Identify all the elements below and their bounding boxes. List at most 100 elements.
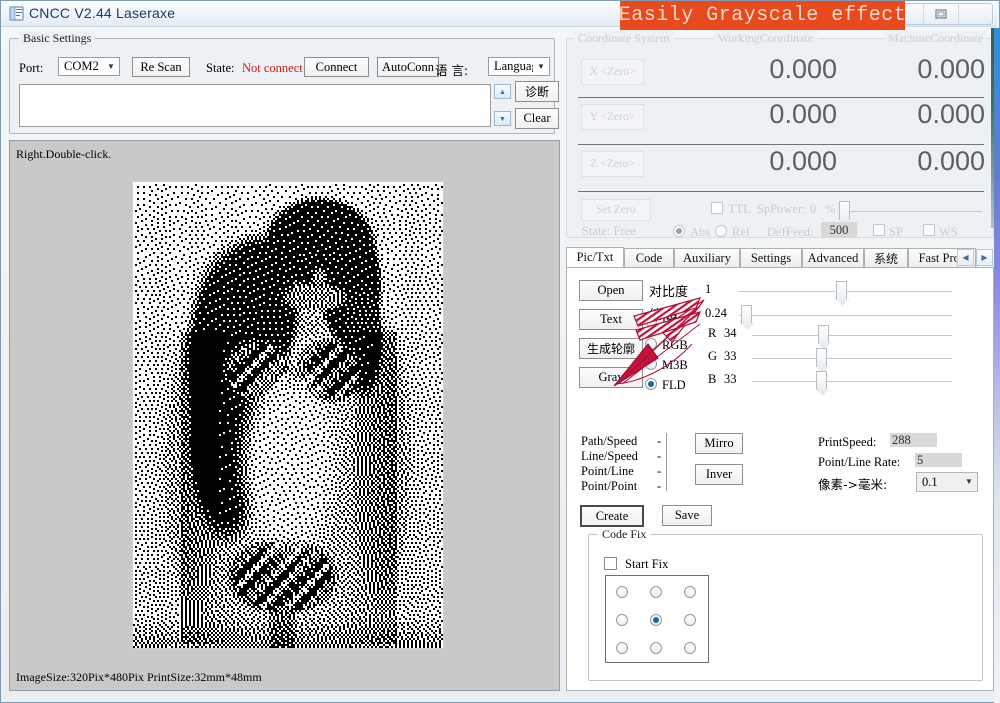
window-title: CNCC V2.44 Laseraxe [29, 5, 175, 21]
code-fix-position-grid[interactable] [605, 575, 709, 663]
g-channel-value: 33 [724, 349, 737, 364]
save-button[interactable]: Save [662, 505, 712, 526]
open-button[interactable]: Open [579, 280, 643, 301]
restore-icon [935, 10, 946, 19]
g-slider-thumb[interactable] [816, 348, 827, 367]
r-slider-track[interactable] [752, 335, 952, 336]
chevron-down-icon: ▼ [961, 478, 977, 486]
create-button[interactable]: Create [580, 505, 644, 527]
modes-divider [666, 433, 667, 491]
gray-button[interactable]: Gray [579, 367, 643, 388]
sppower-slider-track[interactable] [847, 211, 982, 212]
printspeed-label: PrintSpeed: [818, 435, 876, 450]
text-button[interactable]: Text [579, 309, 643, 330]
coordinate-system-group: Coordinate System WorkingCoordinate Mach… [566, 38, 994, 238]
fix-pos-1-radio[interactable] [650, 586, 662, 598]
fix-pos-7-radio[interactable] [650, 642, 662, 654]
tab-code[interactable]: Code [624, 248, 674, 268]
language-select[interactable]: Language ▼ [488, 57, 550, 76]
port-value: COM2 [59, 59, 103, 74]
path-speed-value: - [657, 434, 661, 449]
port-select[interactable]: COM2 ▼ [58, 57, 120, 76]
r-slider-thumb[interactable] [818, 325, 829, 344]
machine-coordinate-header: MachineCoordinate [884, 31, 987, 46]
z-machine-value: 0.000 [837, 146, 985, 177]
point-line-rate-input[interactable]: 5 [915, 453, 962, 467]
tab-auxiliary[interactable]: Auxiliary [674, 248, 740, 268]
sppower-unit: % [825, 202, 835, 217]
g-slider-track[interactable] [752, 358, 952, 359]
mode-dit-radio[interactable] [645, 315, 657, 327]
abs-radio[interactable] [673, 225, 685, 237]
point-line-rate-label: Point/Line Rate: [818, 455, 900, 470]
fix-pos-3-radio[interactable] [616, 614, 628, 626]
mode-dit-label: DIT [662, 315, 683, 330]
printspeed-input[interactable]: 288 [890, 433, 937, 447]
point-line-label: Point/Line [581, 464, 634, 479]
sppower-slider-thumb[interactable] [839, 201, 850, 220]
pixel-to-mm-select[interactable]: 0.1 ▼ [916, 472, 978, 492]
mirro-button[interactable]: Mirro [695, 433, 743, 454]
generate-outline-button[interactable]: 生成轮廓 [579, 338, 643, 359]
diagnose-button[interactable]: 诊断 [515, 81, 559, 102]
restore-button[interactable] [924, 4, 958, 24]
coordinate-divider [578, 97, 984, 98]
start-fix-checkbox[interactable] [604, 557, 617, 570]
machine-state-label: State: Free [582, 224, 636, 239]
log-scroll-down-button[interactable]: ▼ [494, 111, 511, 126]
tab-system[interactable]: 系统 [864, 248, 908, 268]
tab-advanced[interactable]: Advanced [802, 248, 864, 268]
x-zero-button[interactable]: X <Zero> [581, 59, 644, 85]
rescan-button[interactable]: Re Scan [132, 57, 190, 77]
deffeed-input[interactable]: 500 [821, 222, 857, 238]
fix-pos-8-radio[interactable] [684, 642, 696, 654]
b-slider-thumb[interactable] [816, 371, 827, 390]
mode-fld-radio[interactable] [645, 378, 657, 390]
fix-pos-6-radio[interactable] [616, 642, 628, 654]
clear-button[interactable]: Clear [515, 108, 559, 129]
mode-rgb-radio[interactable] [645, 338, 657, 350]
contrast-value: 1 [705, 282, 711, 297]
y-zero-button[interactable]: Y <Zero> [581, 104, 644, 130]
b-slider-track[interactable] [752, 381, 952, 382]
scale-slider-track[interactable] [739, 315, 952, 316]
set-zero-button[interactable]: Set Zero [581, 199, 651, 221]
log-textarea[interactable] [19, 84, 491, 127]
tab-scroll-left-button[interactable]: ◀ [957, 249, 974, 266]
ttl-checkbox[interactable] [711, 202, 723, 214]
basic-settings-group: Basic Settings Port: COM2 ▼ Re Scan Stat… [9, 38, 555, 134]
close-button[interactable] [959, 4, 992, 24]
log-scroll-up-button[interactable]: ▲ [494, 84, 511, 99]
canvas-hint-label: Right.Double-click. [16, 147, 111, 162]
pixel-to-mm-value: 0.1 [917, 475, 961, 490]
x-machine-value: 0.000 [837, 54, 985, 85]
annotation-banner: Easily Grayscale effect [620, 1, 905, 30]
sp-checkbox[interactable] [873, 224, 885, 236]
fix-pos-2-radio[interactable] [684, 586, 696, 598]
fix-pos-4-radio[interactable] [650, 614, 662, 626]
b-channel-value: 33 [724, 372, 737, 387]
autoconn-button[interactable]: AutoConn [377, 57, 439, 77]
state-value: Not connect [242, 61, 303, 76]
tab-pic-txt[interactable]: Pic/Txt [566, 247, 624, 268]
z-zero-button[interactable]: Z <Zero> [581, 151, 644, 177]
tab-bar[interactable]: Pic/Txt Code Auxiliary Settings Advanced… [566, 248, 994, 268]
coordinate-divider [578, 191, 984, 192]
contrast-slider-thumb[interactable] [836, 281, 847, 300]
loaded-image[interactable] [132, 181, 444, 649]
tab-scroll-right-button[interactable]: ▶ [976, 249, 993, 266]
image-canvas-area[interactable]: Right.Double-click. ImageSize:320Pix*480… [9, 140, 560, 691]
tab-settings[interactable]: Settings [740, 248, 802, 268]
mode-m3b-radio[interactable] [645, 358, 657, 370]
app-icon [9, 6, 24, 21]
x-working-value: 0.000 [687, 54, 837, 85]
inver-button[interactable]: Inver [695, 464, 743, 485]
contrast-label: 对比度 [649, 281, 688, 300]
rel-radio[interactable] [715, 225, 727, 237]
fix-pos-5-radio[interactable] [684, 614, 696, 626]
chevron-down-icon: ▼ [103, 63, 119, 71]
ws-checkbox[interactable] [923, 224, 935, 236]
fix-pos-0-radio[interactable] [616, 586, 628, 598]
scale-slider-thumb[interactable] [741, 305, 752, 324]
connect-button[interactable]: Connect [304, 57, 369, 77]
